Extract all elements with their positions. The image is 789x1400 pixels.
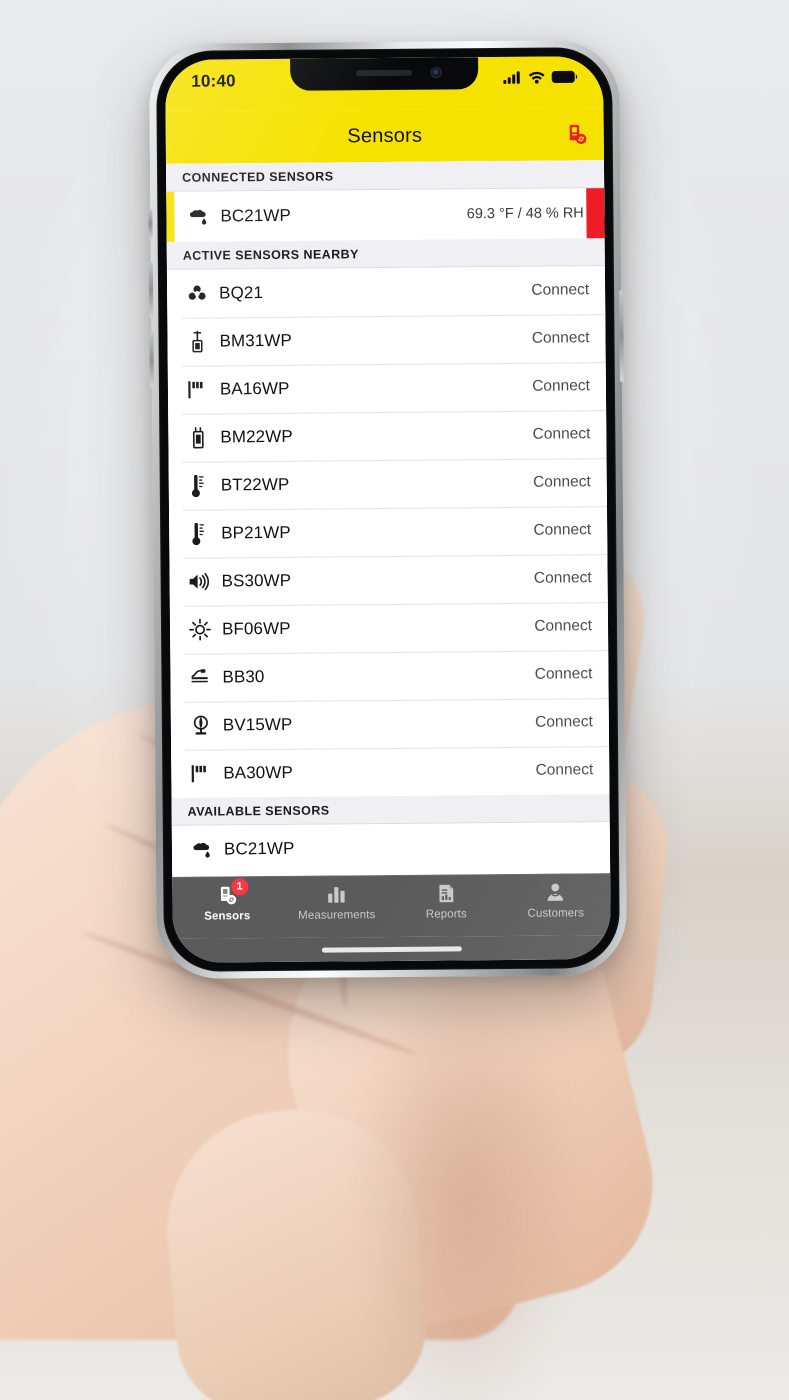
tab-label: Sensors [204,910,251,923]
sensor-name: BF06WP [221,618,291,639]
sensors-list[interactable]: CONNECTED SENSORS BC21WP 69.3 °F / 48 % … [165,160,611,877]
tab-label: Measurements [298,909,376,922]
moisture-meter-icon [182,425,214,451]
sensor-row[interactable]: BA30WP Connect [171,746,610,798]
customers-icon [544,880,566,904]
mute-switch[interactable] [148,209,153,240]
report-doc-icon [435,881,457,905]
anemometer-icon [185,761,217,787]
battery-icon [551,70,578,88]
connect-button[interactable]: Connect [535,713,609,732]
connect-button[interactable]: Connect [533,473,607,492]
connected-sensor-row[interactable]: BC21WP 69.3 °F / 48 % RH › [166,188,605,242]
connect-button[interactable]: Connect [535,761,609,780]
connected-sensor-name: BC21WP [220,205,292,226]
borescope-icon [184,665,216,691]
sensor-name: BA30WP [223,762,293,783]
sensor-row[interactable]: BB30 Connect [170,650,609,702]
humidity-sensor-icon [182,204,214,230]
tab-customers[interactable]: Customers [501,880,611,920]
sensor-name: BT22WP [220,474,290,495]
tab-measurements[interactable]: Measurements [282,882,392,922]
sensor-row[interactable]: BF06WP Connect [169,602,609,654]
sensor-name: BV15WP [222,714,293,735]
delete-swipe-action[interactable] [586,188,605,239]
sensor-row[interactable]: BP21WP Connect [168,506,608,558]
humidity-sensor-icon [186,836,218,862]
home-indicator[interactable] [321,945,462,953]
display-notch [290,57,479,91]
status-bar: 10:40 [165,56,604,112]
connect-button[interactable]: Connect [534,617,608,636]
sound-level-icon [184,569,216,595]
moisture-probe-icon [181,329,213,355]
thermometer-icon [183,473,215,499]
sensor-name: BC21WP [223,838,295,859]
sensor-name: BM31WP [219,330,293,351]
earpiece-speaker [356,69,413,77]
vane-probe-icon [185,713,217,739]
anemometer-icon [182,377,214,403]
section-header-active-nearby: ACTIVE SENSORS NEARBY [166,238,605,270]
sensor-name: BQ21 [219,283,264,303]
volume-down-button[interactable] [149,332,154,389]
sensor-row[interactable]: BA16WP Connect [167,362,607,414]
bar-chart-icon [326,882,348,906]
connect-button[interactable]: Connect [532,377,606,396]
sensor-sync-icon: 1 [216,878,249,907]
nav-bar: Sensors [165,108,604,164]
sensor-row[interactable]: BQ21 Connect [166,266,606,318]
status-bar-icons [503,68,578,89]
sensor-row[interactable]: BC21WP [171,822,611,874]
sensor-sync-icon[interactable] [564,121,590,147]
light-meter-icon [184,617,216,643]
sensor-row[interactable]: BM22WP Connect [168,410,607,462]
phone-device: 10:40 Sensors CONNECTED SENSORS BC21WP 6… [148,39,628,980]
connect-button[interactable]: Connect [531,281,605,300]
sensor-name: BA16WP [219,378,290,399]
status-bar-clock: 10:40 [191,71,236,91]
row-swipe-left-indicator [166,191,175,242]
tab-reports[interactable]: Reports [391,881,501,921]
tab-label: Reports [425,908,467,921]
tab-label: Customers [527,907,585,920]
cellular-signal-icon [503,71,522,89]
connect-button[interactable]: Connect [532,329,606,348]
connect-button[interactable]: Connect [534,569,608,588]
power-button[interactable] [619,289,624,382]
phone-bezel: 10:40 Sensors CONNECTED SENSORS BC21WP 6… [155,47,621,972]
sensor-name: BS30WP [221,570,292,591]
connect-button[interactable]: Connect [533,521,607,540]
scene: 10:40 Sensors CONNECTED SENSORS BC21WP 6… [0,0,789,1400]
section-header-connected: CONNECTED SENSORS [165,160,605,192]
page-title: Sensors [347,124,423,147]
sensor-row[interactable]: BM31WP Connect [167,314,606,366]
sensor-row[interactable]: BV15WP Connect [170,698,610,750]
sensor-row[interactable]: BS30WP Connect [169,554,608,606]
tab-bar[interactable]: 1 Sensors Measurements Reports Customers [172,873,611,939]
home-indicator-area [172,935,611,963]
connect-button[interactable]: Connect [533,425,607,444]
phone-screen: 10:40 Sensors CONNECTED SENSORS BC21WP 6… [165,56,611,963]
volume-up-button[interactable] [148,262,154,319]
sensor-name: BB30 [222,667,265,687]
sensor-row[interactable]: BT22WP Connect [168,458,607,510]
section-header-available: AVAILABLE SENSORS [171,794,610,826]
connect-button[interactable]: Connect [535,665,609,684]
front-camera-icon [430,66,443,79]
sensor-name: BM22WP [220,426,293,447]
tab-sensors[interactable]: 1 Sensors [172,878,282,923]
gas-sensor-icon [181,281,213,307]
sensors-badge-count: 1 [230,878,249,896]
thermometer-icon [183,521,215,547]
connected-sensor-reading: 69.3 °F / 48 % RH [466,205,584,223]
wifi-icon [528,71,545,89]
sensor-name: BP21WP [221,522,291,543]
